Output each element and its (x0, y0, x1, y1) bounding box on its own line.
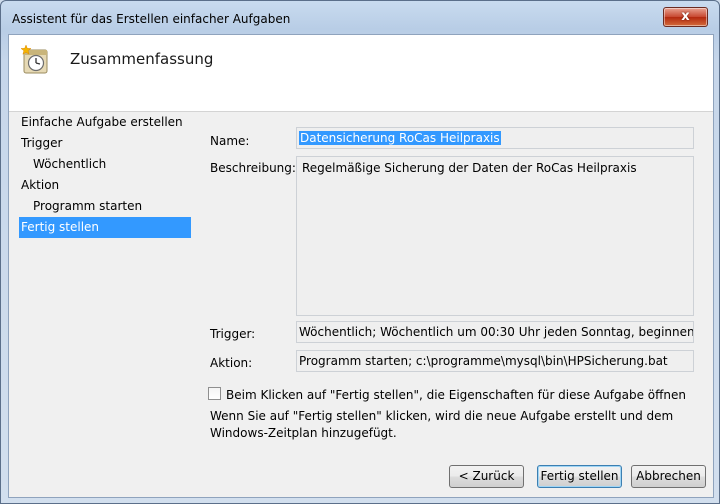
description-value: Regelmäßige Sicherung der Daten der RoCa… (302, 161, 637, 175)
action-value: Programm starten; c:\programme\mysql\bin… (299, 354, 668, 368)
close-icon: x (681, 9, 690, 24)
info-text-line-2: Windows-Zeitplan hinzugefügt. (210, 426, 397, 440)
open-properties-label[interactable]: Beim Klicken auf "Fertig stellen", die E… (226, 388, 686, 402)
nav-item-weekly[interactable]: Wöchentlich (19, 154, 191, 175)
trigger-value: Wöchentlich; Wöchentlich um 00:30 Uhr je… (299, 325, 694, 339)
page-title: Zusammenfassung (70, 50, 214, 68)
action-field[interactable]: Programm starten; c:\programme\mysql\bin… (296, 350, 694, 372)
task-scheduler-icon (21, 45, 48, 74)
cancel-button[interactable]: Abbrechen (631, 465, 706, 488)
wizard-header: Zusammenfassung (9, 35, 713, 112)
nav-item-create-task[interactable]: Einfache Aufgabe erstellen (19, 112, 191, 133)
close-button[interactable]: x (663, 7, 708, 27)
nav-item-trigger[interactable]: Trigger (19, 133, 191, 154)
open-properties-checkbox[interactable] (208, 387, 221, 400)
title-bar[interactable]: Assistent für das Erstellen einfacher Au… (1, 1, 719, 35)
window-title: Assistent für das Erstellen einfacher Au… (12, 12, 291, 26)
action-label: Aktion: (210, 356, 253, 370)
back-button[interactable]: < Zurück (449, 465, 524, 488)
wizard-client-area: Zusammenfassung Einfache Aufgabe erstell… (8, 34, 714, 498)
description-field[interactable]: Regelmäßige Sicherung der Daten der RoCa… (296, 156, 694, 316)
name-value: Datensicherung RoCas Heilpraxis (299, 131, 501, 145)
nav-item-action[interactable]: Aktion (19, 175, 191, 196)
trigger-label: Trigger: (210, 327, 256, 341)
name-field[interactable]: Datensicherung RoCas Heilpraxis (296, 127, 694, 149)
nav-item-start-program[interactable]: Programm starten (19, 196, 191, 217)
description-label: Beschreibung: (210, 161, 296, 175)
wizard-steps-nav: Einfache Aufgabe erstellen Trigger Wöche… (19, 112, 191, 238)
name-label: Name: (210, 134, 250, 148)
info-text-line-1: Wenn Sie auf "Fertig stellen" klicken, w… (210, 409, 674, 423)
nav-item-finish[interactable]: Fertig stellen (19, 217, 191, 238)
wizard-window: Assistent für das Erstellen einfacher Au… (0, 0, 720, 504)
finish-button[interactable]: Fertig stellen (537, 465, 622, 488)
trigger-field[interactable]: Wöchentlich; Wöchentlich um 00:30 Uhr je… (296, 321, 694, 343)
